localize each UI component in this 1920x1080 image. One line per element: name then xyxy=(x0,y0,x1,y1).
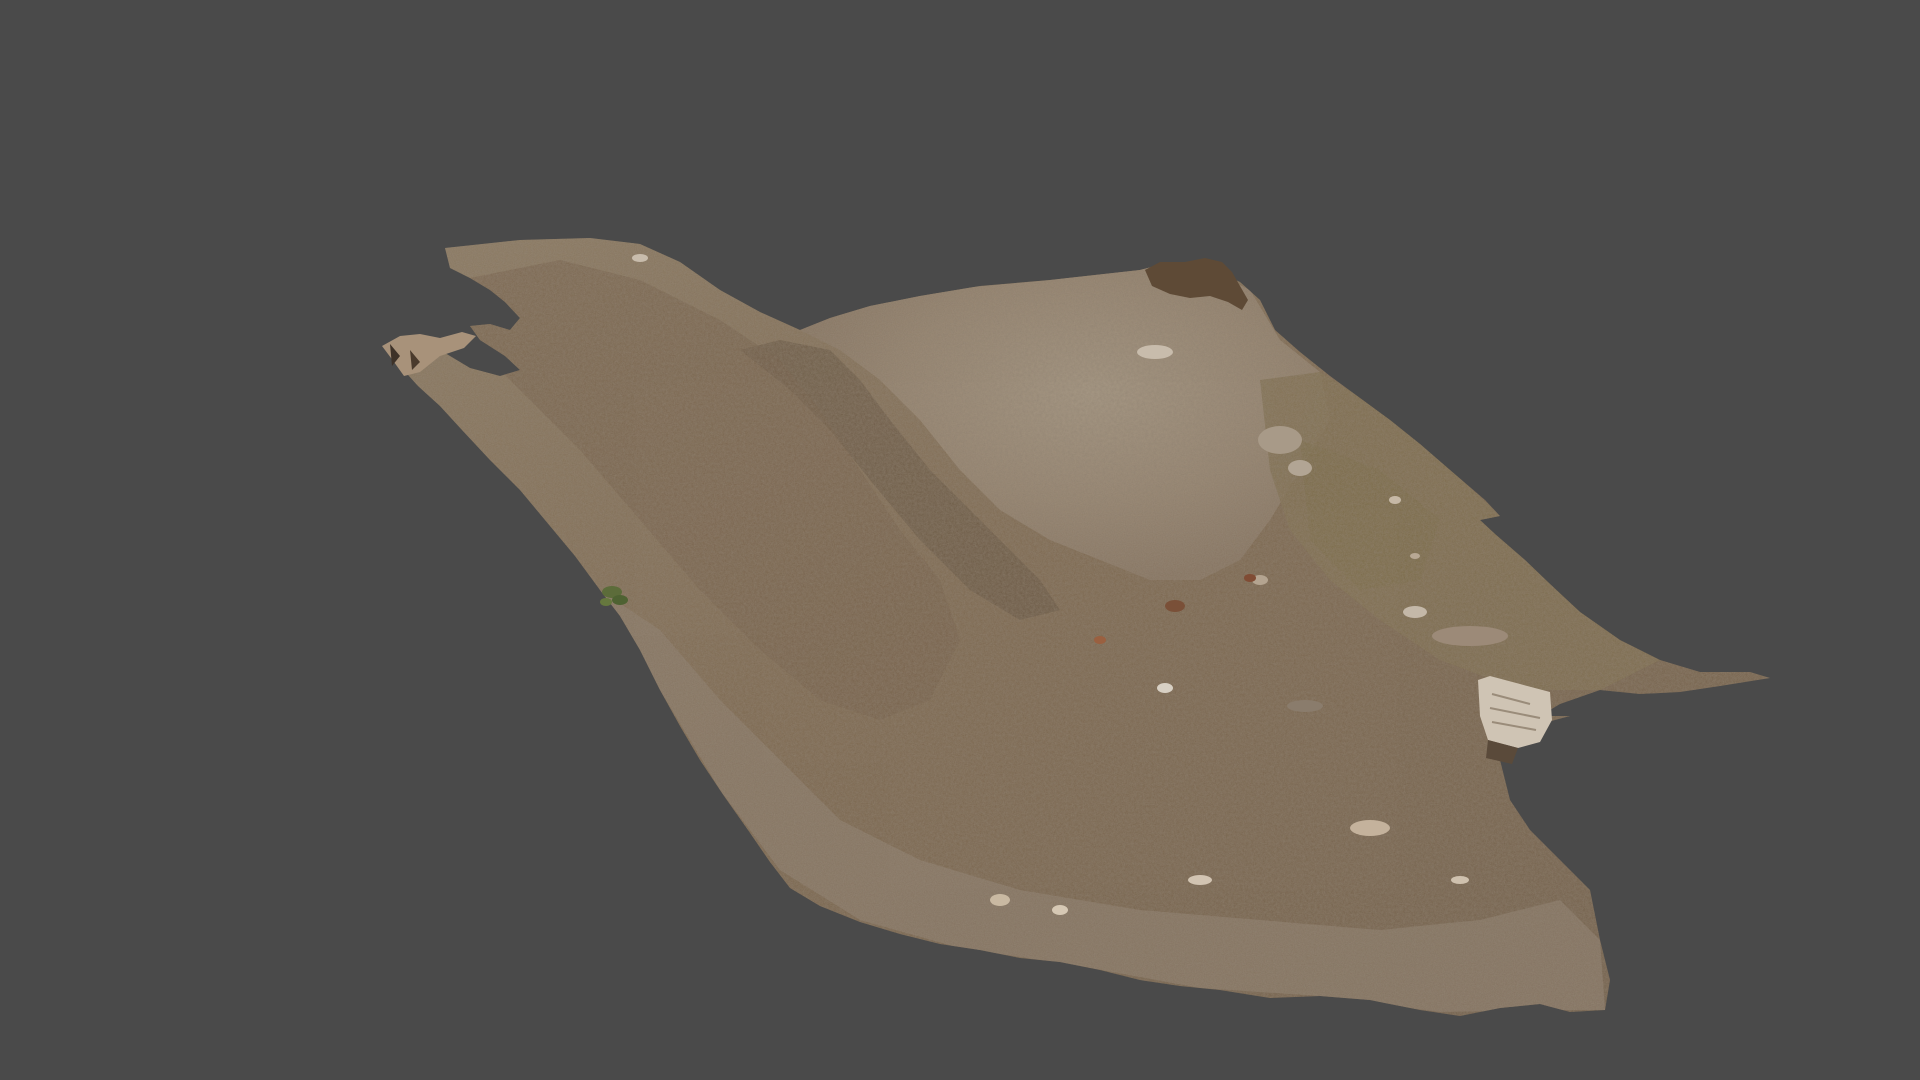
terrain-mesh xyxy=(382,238,1770,1016)
terrain-scan-render[interactable] xyxy=(0,0,1920,1080)
3d-viewport[interactable] xyxy=(0,0,1920,1080)
